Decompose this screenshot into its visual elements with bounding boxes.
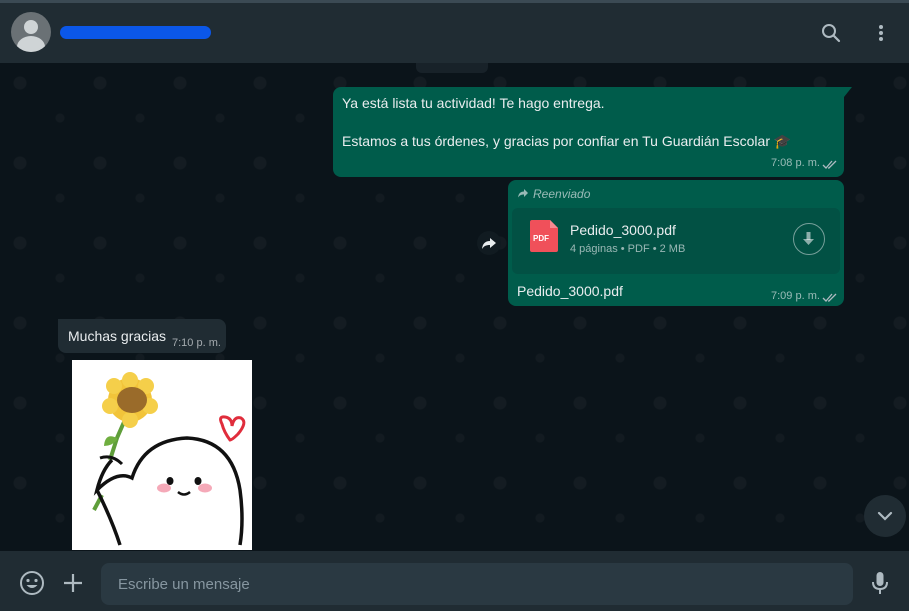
message-input[interactable] — [101, 563, 853, 605]
scroll-down-button[interactable] — [864, 495, 906, 537]
read-ticks-icon — [822, 290, 838, 302]
chat-header — [0, 3, 909, 63]
contact-name-redacted[interactable] — [60, 26, 211, 39]
forwarded-label: Reenviado — [517, 187, 590, 201]
chevron-down-icon — [877, 511, 893, 521]
document-card[interactable]: PDF Pedido_3000.pdf 4 páginas • PDF • 2 … — [512, 208, 840, 274]
microphone-icon[interactable] — [867, 570, 893, 596]
emoji-icon[interactable] — [19, 570, 45, 596]
date-chip — [416, 63, 488, 73]
contact-avatar[interactable] — [11, 12, 51, 52]
forwarded-arrow-icon — [517, 187, 529, 201]
incoming-message[interactable]: Muchas gracias 7:10 p. m. — [58, 319, 226, 353]
document-meta: 4 páginas • PDF • 2 MB — [570, 243, 686, 255]
forwarded-text: Reenviado — [533, 187, 591, 201]
chat-area[interactable]: Ya está lista tu actividad! Te hago entr… — [0, 63, 909, 551]
attach-plus-icon[interactable] — [60, 570, 86, 596]
outgoing-message[interactable]: Ya está lista tu actividad! Te hago entr… — [333, 87, 852, 177]
message-text-line: Ya está lista tu actividad! Te hago entr… — [342, 95, 605, 111]
search-icon[interactable] — [819, 21, 843, 45]
bubble-tail — [844, 87, 852, 97]
message-text-line: Estamos a tus órdenes, y gracias por con… — [342, 133, 792, 149]
sticker-image[interactable] — [72, 360, 252, 550]
download-button[interactable] — [793, 223, 825, 255]
avatar-head — [24, 20, 38, 34]
message-text: Muchas gracias — [68, 328, 167, 344]
download-arrow-icon — [803, 232, 814, 245]
compose-bar — [0, 551, 909, 611]
read-ticks-icon — [822, 157, 838, 169]
pdf-badge-text: PDF — [533, 234, 549, 243]
outgoing-document-message[interactable]: Reenviado PDF Pedido_3000.pdf 4 páginas … — [508, 180, 844, 306]
forward-button[interactable] — [477, 231, 501, 255]
kebab-menu-icon[interactable] — [869, 21, 893, 45]
message-time: 7:08 p. m. — [771, 157, 820, 169]
pdf-file-icon: PDF — [530, 220, 558, 252]
message-time: 7:09 p. m. — [771, 290, 820, 302]
document-caption: Pedido_3000.pdf — [517, 283, 623, 299]
document-name: Pedido_3000.pdf — [570, 222, 676, 238]
avatar-body — [17, 36, 45, 52]
message-time: 7:10 p. m. — [172, 337, 221, 349]
